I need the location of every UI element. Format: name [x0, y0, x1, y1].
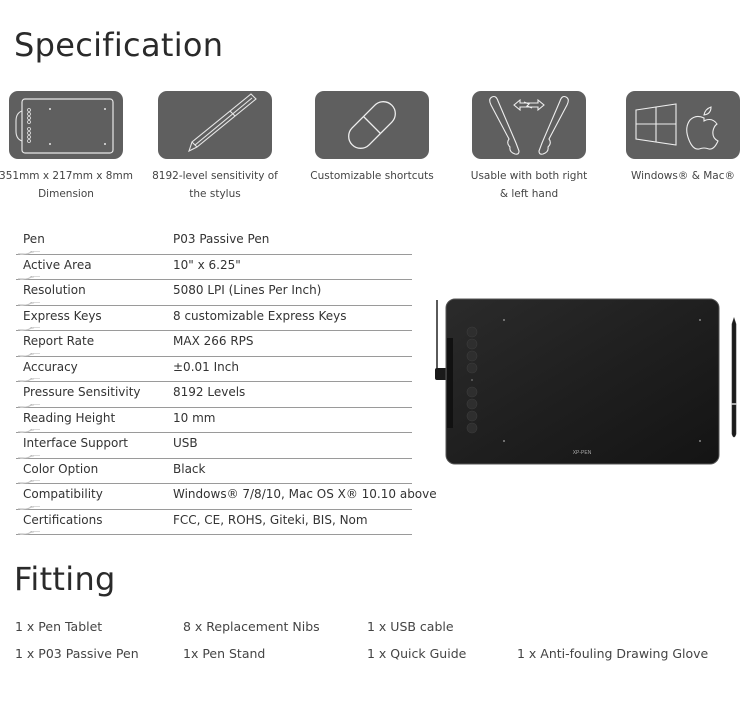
spec-row: Interface Support USB	[16, 433, 412, 459]
fitting-item: 1 x Quick Guide	[367, 646, 467, 661]
spec-row: Color Option Black	[16, 459, 412, 484]
fitting-item: 1 x USB cable	[367, 619, 454, 634]
feature-caption: the stylus	[189, 188, 241, 200]
spec-label: Report Rate	[23, 334, 95, 348]
feature-caption: Dimension	[38, 188, 94, 200]
spec-row: Active Area 10" x 6.25"	[16, 255, 412, 280]
spec-value: 8 customizable Express Keys	[173, 308, 347, 323]
spec-value: 8192 Levels	[173, 385, 246, 399]
spec-value: ±0.01 Inch	[173, 359, 239, 374]
row-divider-accent	[18, 531, 40, 535]
spec-label: Resolution	[23, 283, 86, 297]
fitting-item: 1x Pen Stand	[183, 646, 266, 661]
spec-label: Certifications	[23, 512, 103, 527]
spec-row: Resolution 5080 LPI (Lines Per Inch)	[16, 280, 412, 306]
spec-label: Accuracy	[23, 359, 78, 374]
tablet-outline-icon	[9, 91, 123, 159]
feature-caption: Usable with both right	[470, 170, 588, 182]
spec-value: 5080 LPI (Lines Per Inch)	[173, 283, 322, 297]
spec-label: Pressure Sensitivity	[23, 385, 141, 399]
fitting-item: 1 x Pen Tablet	[15, 619, 103, 634]
spec-label: Reading Height	[23, 410, 116, 425]
spec-label: Interface Support	[23, 436, 128, 450]
feature-dimension: 351mm x 217mm x 8mm Dimension	[0, 91, 136, 203]
spec-value: P03 Passive Pen	[173, 232, 270, 246]
spec-label: Express Keys	[23, 308, 102, 323]
spec-value: MAX 266 RPS	[173, 334, 254, 348]
fitting-heading: Fitting	[14, 560, 116, 598]
feature-handedness: Usable with both right & left hand	[459, 91, 599, 203]
feature-shortcuts: Customizable shortcuts	[302, 91, 442, 185]
feature-pressure: 8192-level sensitivity of the stylus	[145, 91, 285, 203]
feature-caption: 351mm x 217mm x 8mm	[0, 170, 133, 182]
spec-row: Pen P03 Passive Pen	[16, 229, 412, 255]
spec-value: FCC, CE, ROHS, Giteki, BIS, Nom	[173, 512, 368, 527]
stylus-image	[731, 317, 737, 438]
spec-row: Pressure Sensitivity 8192 Levels	[16, 382, 412, 408]
feature-caption: & left hand	[499, 188, 559, 200]
spec-label: Pen	[23, 232, 45, 246]
spec-value: Windows® 7/8/10, Mac OS X® 10.10 above	[173, 487, 437, 501]
fitting-item: 1 x P03 Passive Pen	[15, 646, 139, 661]
fitting-item: 8 x Replacement Nibs	[183, 619, 320, 634]
windows-mac-icon	[626, 91, 740, 159]
brand-label: XP-PEN	[573, 450, 592, 456]
spec-row: Compatibility Windows® 7/8/10, Mac OS X® …	[16, 484, 437, 510]
feature-os: Windows® & Mac®	[613, 91, 750, 185]
spec-value: USB	[173, 436, 198, 450]
spec-row: Certifications FCC, CE, ROHS, Giteki, BIS…	[16, 510, 412, 535]
spec-value: 10 mm	[173, 410, 216, 425]
spec-table: Pen P03 Passive Pen Active Area 10" x 6.25"…	[16, 229, 437, 535]
spec-row: Accuracy ±0.01 Inch	[16, 357, 412, 382]
feature-caption: 8192-level sensitivity of	[152, 170, 278, 182]
spec-row: Express Keys 8 customizable Express Keys	[16, 306, 412, 331]
spec-row: Reading Height 10 mm	[16, 408, 412, 433]
spec-row: Report Rate MAX 266 RPS	[16, 331, 412, 357]
spec-label: Compatibility	[23, 487, 103, 501]
spec-label: Active Area	[23, 257, 92, 272]
spec-label: Color Option	[23, 461, 99, 476]
stylus-pen-icon	[158, 91, 272, 159]
spec-value: 10" x 6.25"	[173, 257, 241, 272]
feature-caption: Windows® & Mac®	[630, 170, 735, 182]
tablet-product-image: XP-PEN	[430, 296, 750, 475]
left-right-hand-icon	[472, 91, 586, 159]
capsule-shortcut-icon	[315, 91, 429, 159]
spec-value: Black	[173, 461, 206, 476]
feature-caption: Customizable shortcuts	[310, 170, 434, 182]
specification-heading: Specification	[14, 26, 224, 64]
fitting-item: 1 x Anti-fouling Drawing Glove	[517, 646, 709, 661]
